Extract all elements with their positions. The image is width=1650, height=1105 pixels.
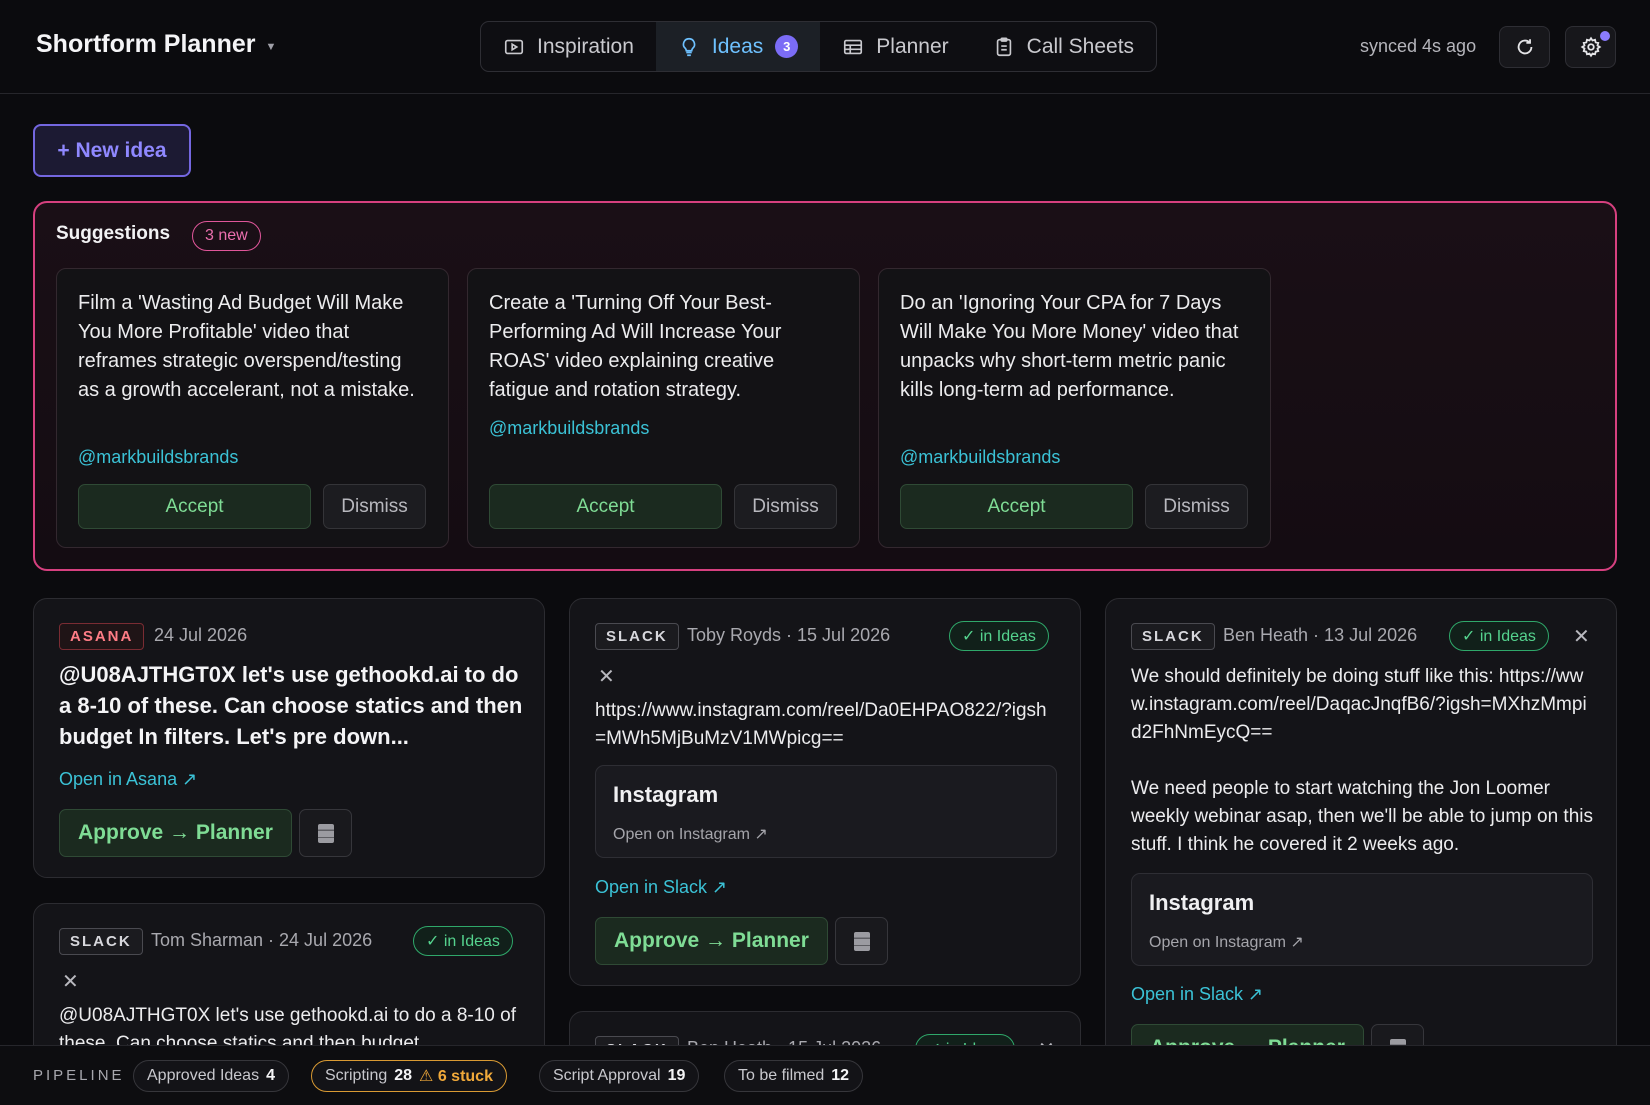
card-body: We should definitely be doing stuff like… bbox=[1131, 666, 1587, 743]
source-tag-slack: SLACK bbox=[1131, 623, 1215, 650]
tab-call-sheets[interactable]: Call Sheets bbox=[971, 22, 1156, 71]
card-meta: Toby Royds · 15 Jul 2026 bbox=[687, 625, 891, 645]
open-on-instagram-link[interactable]: Open on Instagram ↗ bbox=[613, 824, 768, 844]
in-ideas-badge: ✓ in Ideas bbox=[413, 926, 513, 956]
stage-name: Scripting bbox=[325, 1067, 388, 1084]
close-icon[interactable]: ✕ bbox=[62, 969, 79, 994]
suggestion-card: Create a 'Turning Off Your Best-Performi… bbox=[467, 268, 860, 548]
archive-button[interactable] bbox=[299, 809, 352, 857]
app-title: Shortform Planner bbox=[36, 30, 256, 58]
refresh-button[interactable] bbox=[1499, 26, 1550, 68]
tab-label: Planner bbox=[876, 34, 949, 58]
play-icon bbox=[504, 39, 524, 54]
top-bar: Shortform Planner ▼ Inspiration Ideas 3 … bbox=[0, 0, 1650, 94]
main-tabs: Inspiration Ideas 3 Planner Call Sheets bbox=[480, 21, 1158, 72]
in-ideas-badge: ✓ in Ideas bbox=[949, 621, 1049, 651]
tab-inspiration[interactable]: Inspiration bbox=[481, 22, 656, 71]
pipeline-stage-scripting[interactable]: Scripting 28 ⚠ 6 stuck bbox=[311, 1060, 507, 1092]
pipeline-stage-to-be-filmed[interactable]: To be filmed 12 bbox=[724, 1060, 864, 1092]
suggestions-new-badge: 3 new bbox=[192, 221, 261, 251]
idea-card: SLACK Toby Royds · 15 Jul 2026 ✓ in Idea… bbox=[569, 598, 1081, 986]
open-in-asana-link[interactable]: Open in Asana ↗ bbox=[59, 769, 197, 790]
suggestion-handle-link[interactable]: @markbuildsbrands bbox=[78, 447, 238, 468]
accept-button[interactable]: Accept bbox=[489, 484, 722, 529]
workspace-switcher[interactable]: Shortform Planner ▼ bbox=[36, 30, 276, 59]
approve-to-planner-button[interactable]: Approve → Planner bbox=[595, 917, 828, 965]
accept-button[interactable]: Accept bbox=[78, 484, 311, 529]
gear-icon bbox=[1580, 36, 1601, 58]
tab-ideas[interactable]: Ideas 3 bbox=[655, 22, 821, 71]
suggestion-card: Film a 'Wasting Ad Budget Will Make You … bbox=[56, 268, 449, 548]
suggestions-title: Suggestions bbox=[56, 223, 171, 244]
card-meta: Ben Heath · 13 Jul 2026 bbox=[1223, 625, 1418, 645]
stage-count: 12 bbox=[831, 1067, 850, 1084]
card-meta: 24 Jul 2026 bbox=[154, 625, 248, 645]
embed-title: Instagram bbox=[613, 782, 719, 807]
chevron-down-icon: ▼ bbox=[265, 40, 277, 53]
suggestions-panel: Suggestions 3 new Film a 'Wasting Ad Bud… bbox=[33, 201, 1617, 571]
pipeline-bar: PIPELINE Approved Ideas 4 Scripting 28 ⚠… bbox=[0, 1045, 1650, 1105]
in-ideas-badge: ✓ in Ideas bbox=[1449, 621, 1549, 651]
archive-icon bbox=[317, 823, 334, 843]
approve-to-planner-button[interactable]: Approve → Planner bbox=[59, 809, 292, 857]
close-icon[interactable]: ✕ bbox=[1573, 624, 1590, 649]
tab-label: Ideas bbox=[711, 34, 764, 58]
dismiss-button[interactable]: Dismiss bbox=[1145, 484, 1248, 529]
lightbulb-icon bbox=[682, 37, 696, 56]
ideas-count-badge: 3 bbox=[775, 35, 799, 58]
card-body: We need people to start watching the Jon… bbox=[1131, 778, 1594, 855]
stage-count: 19 bbox=[667, 1067, 686, 1084]
suggestion-handle-link[interactable]: @markbuildsbrands bbox=[900, 447, 1060, 468]
stage-count: 28 bbox=[394, 1067, 413, 1084]
table-icon bbox=[844, 39, 863, 54]
suggestion-text: Film a 'Wasting Ad Budget Will Make You … bbox=[78, 292, 415, 401]
instagram-embed[interactable]: Instagram Open on Instagram ↗ bbox=[595, 765, 1057, 858]
sync-status: synced 4s ago bbox=[1360, 36, 1477, 56]
archive-button[interactable] bbox=[835, 917, 888, 965]
suggestion-card: Do an 'Ignoring Your CPA for 7 Days Will… bbox=[878, 268, 1271, 548]
instagram-embed[interactable]: Instagram Open on Instagram ↗ bbox=[1131, 873, 1593, 966]
dismiss-button[interactable]: Dismiss bbox=[323, 484, 426, 529]
card-title: @U08AJTHGT0X let's use gethookd.ai to do… bbox=[59, 662, 523, 749]
source-tag-slack: SLACK bbox=[595, 623, 679, 650]
suggestion-text: Do an 'Ignoring Your CPA for 7 Days Will… bbox=[900, 292, 1239, 401]
close-icon[interactable]: ✕ bbox=[598, 664, 615, 689]
open-on-instagram-link[interactable]: Open on Instagram ↗ bbox=[1149, 932, 1304, 952]
suggestion-handle-link[interactable]: @markbuildsbrands bbox=[489, 418, 649, 439]
card-body: https://www.instagram.com/reel/Da0EHPAO8… bbox=[595, 700, 1047, 749]
archive-icon bbox=[853, 931, 870, 951]
tab-label: Call Sheets bbox=[1026, 34, 1135, 58]
clipboard-icon bbox=[996, 36, 1011, 56]
stage-name: Approved Ideas bbox=[147, 1067, 260, 1084]
pipeline-label: PIPELINE bbox=[33, 1067, 125, 1084]
tab-planner[interactable]: Planner bbox=[820, 22, 970, 71]
pipeline-stage-approved-ideas[interactable]: Approved Ideas 4 bbox=[133, 1060, 289, 1092]
embed-title: Instagram bbox=[1149, 890, 1255, 915]
stage-name: Script Approval bbox=[553, 1067, 661, 1084]
open-in-slack-link[interactable]: Open in Slack ↗ bbox=[595, 877, 727, 898]
new-idea-button[interactable]: + New idea bbox=[33, 124, 191, 177]
stage-count: 4 bbox=[266, 1067, 275, 1084]
stage-name: To be filmed bbox=[738, 1067, 825, 1084]
tab-label: Inspiration bbox=[537, 34, 634, 58]
card-meta: Tom Sharman · 24 Jul 2026 bbox=[151, 930, 373, 950]
open-in-slack-link[interactable]: Open in Slack ↗ bbox=[1131, 984, 1263, 1005]
idea-card: ASANA 24 Jul 2026 @U08AJTHGT0X let's use… bbox=[33, 598, 545, 878]
accept-button[interactable]: Accept bbox=[900, 484, 1133, 529]
settings-button[interactable] bbox=[1565, 26, 1616, 68]
suggestion-text: Create a 'Turning Off Your Best-Performi… bbox=[489, 292, 782, 401]
source-tag-slack: SLACK bbox=[59, 928, 143, 955]
refresh-icon bbox=[1517, 39, 1532, 55]
source-tag-asana: ASANA bbox=[59, 623, 145, 650]
notification-dot bbox=[1600, 31, 1610, 41]
stuck-warning: ⚠ 6 stuck bbox=[419, 1068, 493, 1085]
pipeline-stage-script-approval[interactable]: Script Approval 19 bbox=[539, 1060, 700, 1092]
idea-card: SLACK Ben Heath · 13 Jul 2026 ✓ in Ideas… bbox=[1105, 598, 1617, 1098]
dismiss-button[interactable]: Dismiss bbox=[734, 484, 837, 529]
